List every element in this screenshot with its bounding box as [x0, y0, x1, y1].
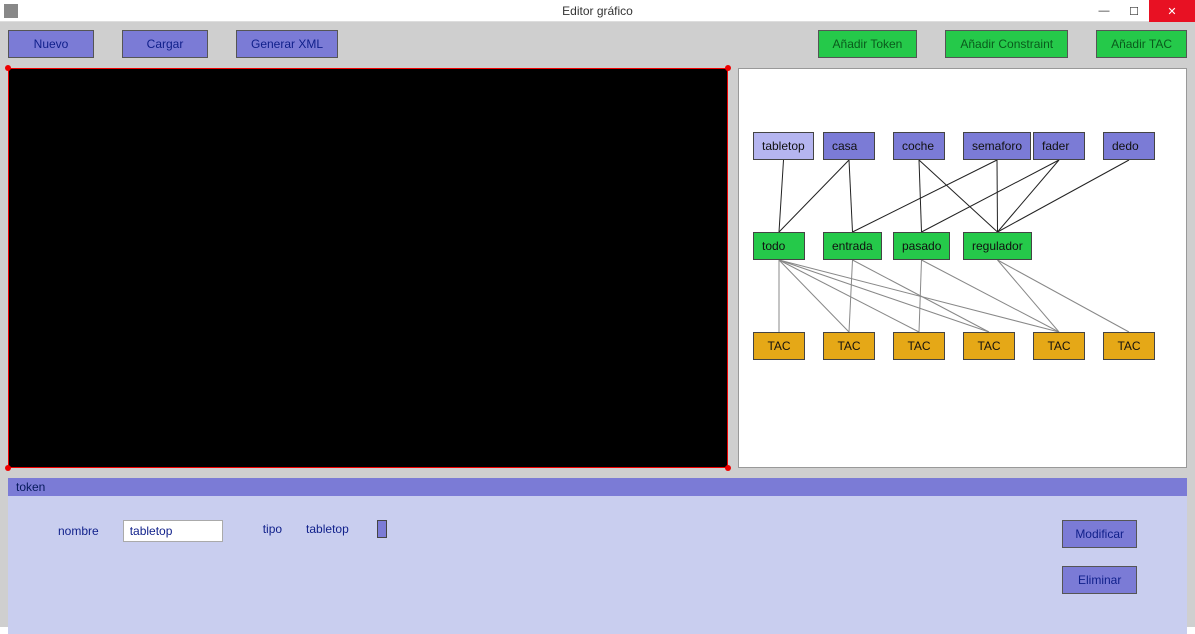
node-tabletop[interactable]: tabletop — [753, 132, 814, 160]
graph-panel[interactable]: tabletop casa coche semaforofader dedo todoen… — [738, 68, 1187, 468]
add-constraint-button[interactable]: Añadir Constraint — [945, 30, 1068, 58]
workarea: tabletop casa coche semaforofader dedo todoen… — [8, 68, 1187, 468]
canvas-wrap — [8, 68, 728, 468]
maximize-button[interactable]: ☐ — [1119, 0, 1149, 22]
node-casa[interactable]: casa — [823, 132, 875, 160]
node-dedo[interactable]: dedo — [1103, 132, 1155, 160]
node-tac2[interactable]: TAC — [823, 332, 875, 360]
properties-title: token — [8, 478, 1187, 496]
node-tac5[interactable]: TAC — [1033, 332, 1085, 360]
resize-handle-br[interactable] — [725, 465, 731, 471]
toolbar: Nuevo Cargar Generar XML Añadir Token Añ… — [8, 30, 1187, 58]
resize-handle-tr[interactable] — [725, 65, 731, 71]
generar-xml-button[interactable]: Generar XML — [236, 30, 338, 58]
app-icon — [4, 4, 18, 18]
window-title: Editor gráfico — [562, 4, 633, 18]
close-button[interactable]: ✕ — [1149, 0, 1195, 22]
cargar-button[interactable]: Cargar — [122, 30, 208, 58]
node-tac6[interactable]: TAC — [1103, 332, 1155, 360]
add-token-button[interactable]: Añadir Token — [818, 30, 918, 58]
properties-panel: token nombre tipo tabletop Modificar Eli… — [8, 478, 1187, 634]
node-pasado[interactable]: pasado — [893, 232, 950, 260]
modificar-button[interactable]: Modificar — [1062, 520, 1137, 548]
node-fader[interactable]: fader — [1033, 132, 1085, 160]
nombre-input[interactable] — [123, 520, 223, 542]
nombre-label: nombre — [58, 524, 99, 538]
node-semaforo[interactable]: semaforo — [963, 132, 1031, 160]
window-controls: — ☐ ✕ — [1089, 0, 1195, 22]
nuevo-button[interactable]: Nuevo — [8, 30, 94, 58]
titlebar: Editor gráfico — ☐ ✕ — [0, 0, 1195, 22]
add-tac-button[interactable]: Añadir TAC — [1096, 30, 1187, 58]
minimize-button[interactable]: — — [1089, 0, 1119, 22]
resize-handle-tl[interactable] — [5, 65, 11, 71]
tipo-value: tabletop — [306, 522, 349, 536]
tipo-label: tipo — [263, 522, 282, 536]
node-tac4[interactable]: TAC — [963, 332, 1015, 360]
node-entrada[interactable]: entrada — [823, 232, 882, 260]
node-regulador[interactable]: regulador — [963, 232, 1032, 260]
tipo-select-handle[interactable] — [377, 520, 387, 538]
eliminar-button[interactable]: Eliminar — [1062, 566, 1137, 594]
node-tac1[interactable]: TAC — [753, 332, 805, 360]
node-todo[interactable]: todo — [753, 232, 805, 260]
canvas[interactable] — [8, 68, 728, 468]
node-coche[interactable]: coche — [893, 132, 945, 160]
node-tac3[interactable]: TAC — [893, 332, 945, 360]
resize-handle-bl[interactable] — [5, 465, 11, 471]
app-body: Nuevo Cargar Generar XML Añadir Token Añ… — [0, 22, 1195, 627]
